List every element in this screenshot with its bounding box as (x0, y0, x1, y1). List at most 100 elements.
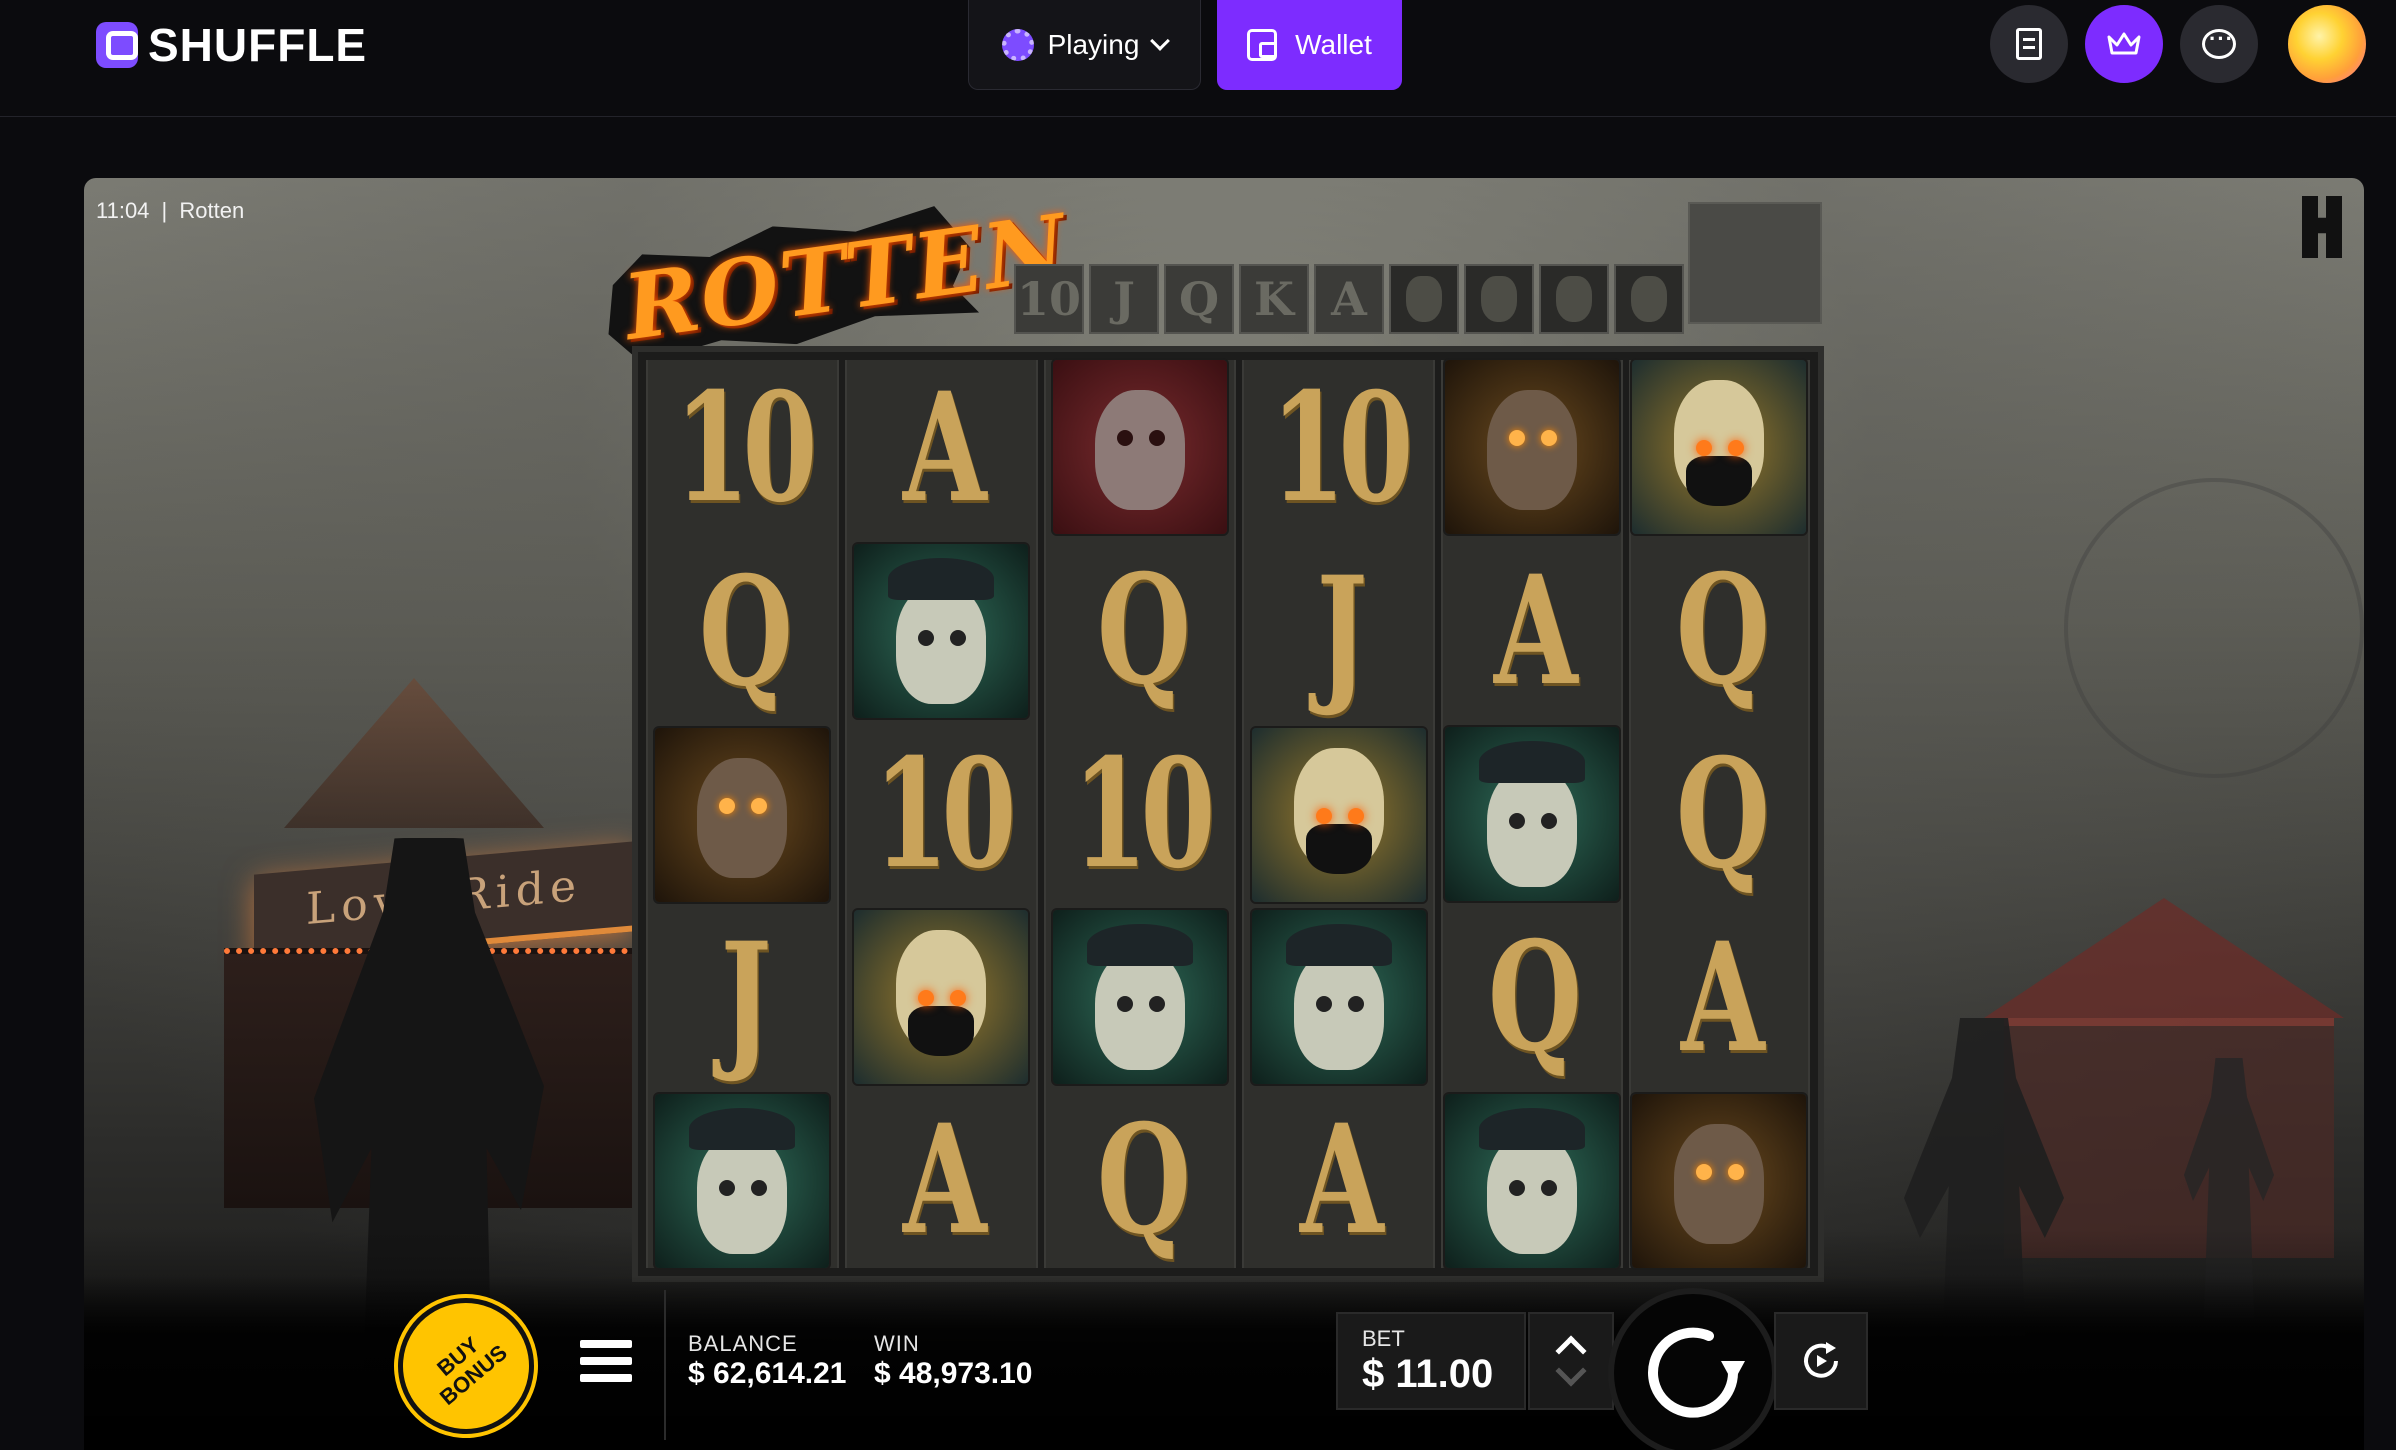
red-zombie-icon (1046, 360, 1235, 534)
bet-value: $ 11.00 (1362, 1352, 1494, 1396)
bet-display[interactable]: BET $ 11.00 (1336, 1312, 1526, 1410)
police-zombie-icon (1046, 910, 1235, 1084)
playing-label: Playing (1047, 28, 1140, 60)
symbol-letter: Q (1046, 1092, 1235, 1268)
symbol-portrait (1444, 1093, 1619, 1268)
bet-stepper[interactable] (1528, 1312, 1614, 1410)
balance-value: $ 62,614.21 (688, 1357, 847, 1390)
paytable-cell: Q (1164, 264, 1234, 334)
paytable-face-icon (1614, 264, 1684, 334)
paytable-face-icon (1539, 264, 1609, 334)
win-label: WIN (874, 1331, 920, 1356)
symbol-portrait (655, 1094, 830, 1268)
symbol-letter-text: 10 (1071, 726, 1215, 902)
symbol-portrait (854, 544, 1029, 718)
symbol-letter: A (847, 360, 1036, 536)
symbol-letter: Q (1443, 909, 1621, 1085)
symbol-letter: Q (1631, 726, 1809, 902)
autoplay-button[interactable] (1774, 1312, 1868, 1410)
symbol-letter-text: Q (1096, 542, 1190, 718)
hamburger-icon (580, 1340, 632, 1348)
reels-grid: 10 Q J A 10 A Q 10 Q 10 J A A Q Q Q A (632, 346, 1824, 1282)
wallet-icon (1247, 29, 1278, 61)
playing-dropdown[interactable]: Playing (968, 0, 1201, 90)
symbol-letter: A (1631, 910, 1809, 1086)
symbol-letter-text: A (1493, 542, 1577, 719)
game-title-text: ROTTEN (617, 194, 1075, 362)
symbol-letter-text: Q (1096, 1092, 1190, 1268)
symbol-portrait (1052, 360, 1227, 534)
reel: A 10 A (844, 360, 1038, 1268)
reel: QQA (1628, 360, 1810, 1268)
wallet-button[interactable]: Wallet (1217, 0, 1402, 90)
carousel-roof (284, 678, 544, 828)
paytable-face-icon (1389, 264, 1459, 334)
police-zombie-icon (648, 1094, 837, 1268)
symbol-letter-text: A (1680, 910, 1765, 1086)
cafe-roof (1984, 898, 2344, 1018)
user-avatar[interactable] (2288, 5, 2366, 83)
menu-button[interactable] (580, 1340, 632, 1382)
symbol-portrait (1632, 360, 1807, 534)
spin-icon (1648, 1327, 1745, 1418)
symbol-portrait (1251, 910, 1426, 1084)
paytable-cell: K (1239, 264, 1309, 334)
reel: 10 Q J (646, 360, 839, 1268)
symbol-portrait (1444, 360, 1619, 535)
symbol-letter-text: Q (698, 544, 793, 720)
paytable-face-icon (1464, 264, 1534, 334)
reel: AQ (1441, 360, 1623, 1268)
symbol-portrait (1444, 727, 1619, 901)
paytable-slot (1688, 202, 1822, 324)
chevron-down-icon (1150, 30, 1171, 51)
buy-bonus-label: BUY BONUS (432, 1331, 512, 1410)
paytable: 10 J Q K A (1014, 264, 1684, 334)
bet-decrease-icon[interactable] (1555, 1355, 1587, 1387)
reel: 10 J A (1242, 360, 1435, 1268)
shuffle-logo-icon (96, 22, 138, 68)
brand-name: SHUFFLE (148, 19, 368, 71)
girl-zombie-icon (648, 728, 837, 902)
game-clock-title: 11:04 | Rotten (96, 198, 244, 224)
bet-label: BET (1362, 1326, 1405, 1351)
police-zombie-icon (1244, 910, 1433, 1084)
wallet-label: Wallet (1295, 29, 1372, 60)
symbol-letter: A (1443, 543, 1621, 719)
gasmask-zombie-icon (1631, 360, 1809, 534)
symbol-letter-text: A (902, 360, 987, 536)
symbol-letter-text: A (902, 1092, 987, 1268)
police-zombie-icon (1443, 1093, 1621, 1268)
symbol-letter-text: 10 (873, 726, 1016, 902)
police-zombie-icon (847, 544, 1036, 718)
symbol-portrait (1632, 1094, 1807, 1268)
symbol-letter-text: Q (1675, 726, 1770, 902)
symbol-letter: J (1244, 544, 1433, 720)
game-frame[interactable]: Love Ride 11:04 | Rotten ROTTEN 10 J Q K A 1… (84, 178, 2364, 1450)
win-value: $ 48,973.10 (874, 1357, 1033, 1390)
police-zombie-icon (1443, 727, 1621, 902)
vip-button[interactable] (2085, 5, 2163, 83)
divider (664, 1290, 666, 1440)
reel: Q 10 Q (1043, 360, 1237, 1268)
chat-button[interactable] (2180, 5, 2258, 83)
symbol-portrait (1251, 728, 1426, 902)
balance-label: BALANCE (688, 1331, 798, 1356)
symbol-letter-text: 10 (674, 360, 817, 536)
ferris-wheel (2064, 478, 2364, 778)
symbol-letter-text: Q (1675, 542, 1770, 718)
shuffle-logo[interactable]: SHUFFLE (96, 18, 367, 72)
symbol-letter: 10 (1244, 360, 1433, 536)
spin-button[interactable] (1608, 1288, 1778, 1450)
symbol-letter: J (648, 910, 837, 1086)
symbol-letter: 10 (1046, 726, 1235, 902)
symbol-portrait (1052, 910, 1227, 1084)
paytable-cell: J (1089, 264, 1159, 334)
chat-icon (2202, 26, 2236, 59)
symbol-portrait (655, 728, 830, 902)
game-name: Rotten (179, 198, 245, 223)
bet-history-button[interactable] (1990, 5, 2068, 83)
autoplay-icon (1804, 1342, 1838, 1378)
gasmask-zombie-icon (847, 910, 1036, 1084)
symbol-portrait (854, 910, 1029, 1084)
symbol-letter: A (1244, 1092, 1433, 1268)
